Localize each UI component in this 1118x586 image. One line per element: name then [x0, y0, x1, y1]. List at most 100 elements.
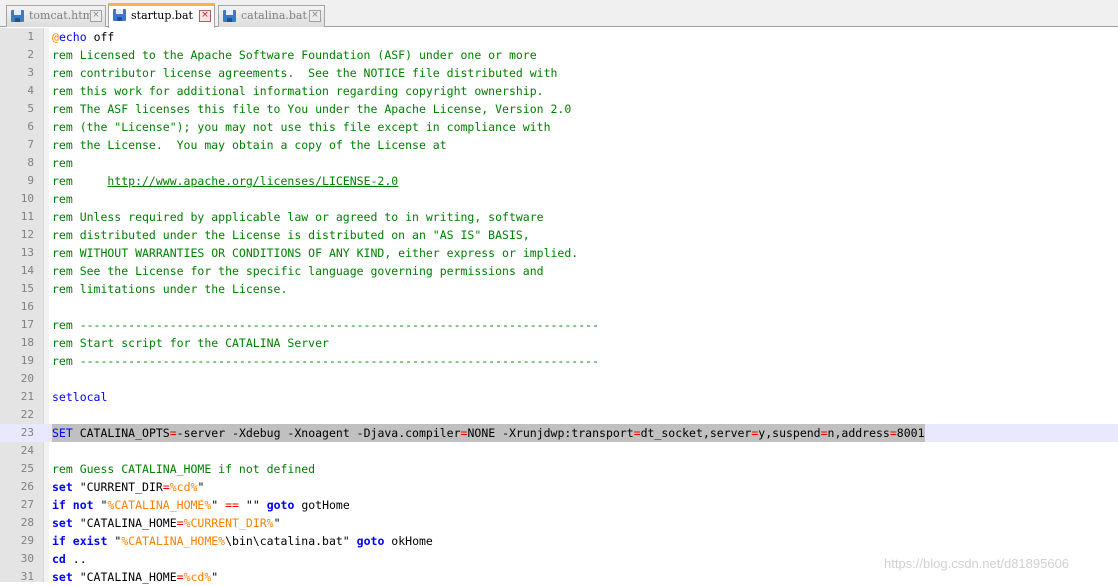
tab-label: startup.bat	[131, 9, 193, 22]
line-number: 29	[20, 534, 34, 547]
code-line[interactable]: 20	[0, 370, 1118, 388]
code-token: rem Start script for the CATALINA Server	[52, 336, 329, 350]
code-line[interactable]: 16	[0, 298, 1118, 316]
close-icon[interactable]: ×	[309, 10, 321, 22]
code-token: rem	[52, 156, 73, 170]
line-text: rem the License. You may obtain a copy o…	[52, 136, 447, 154]
code-line[interactable]: 2 rem Licensed to the Apache Software Fou…	[0, 46, 1118, 64]
code-line[interactable]: 25 rem Guess CATALINA_HOME if not defined	[0, 460, 1118, 478]
line-number: 30	[20, 552, 34, 565]
code-line[interactable]: 27 if not "%CATALINA_HOME%" == "" goto go…	[0, 496, 1118, 514]
floppy-disk-icon	[223, 10, 236, 22]
line-number: 10	[20, 192, 34, 205]
line-number: 6	[27, 120, 34, 133]
code-line[interactable]: 7 rem the License. You may obtain a copy …	[0, 136, 1118, 154]
code-token: =	[169, 426, 177, 440]
code-line[interactable]: 19 rem ----------------------------------…	[0, 352, 1118, 370]
code-token: goto	[356, 534, 385, 548]
line-number: 18	[20, 336, 34, 349]
code-token: =	[633, 426, 641, 440]
code-line[interactable]: 24	[0, 442, 1118, 460]
code-token: =	[820, 426, 828, 440]
line-number: 5	[27, 102, 34, 115]
code-token[interactable]: http://www.apache.org/licenses/LICENSE-2…	[107, 174, 398, 188]
line-text: rem Guess CATALINA_HOME if not defined	[52, 460, 315, 478]
line-text: rem ------------------------------------…	[52, 316, 599, 334]
code-token: %CATALINA_HOME%	[107, 498, 212, 512]
tab-label: catalina.bat	[241, 9, 307, 22]
code-token: "	[107, 534, 122, 548]
line-text: rem The ASF licenses this file to You un…	[52, 100, 571, 118]
tab-tomcat-html[interactable]: tomcat.html ×	[6, 5, 106, 27]
code-line[interactable]: 12 rem distributed under the License is d…	[0, 226, 1118, 244]
line-text: rem ------------------------------------…	[52, 352, 599, 370]
code-line[interactable]: 11 rem Unless required by applicable law …	[0, 208, 1118, 226]
line-text: @echo off	[52, 28, 114, 46]
code-token: rem distributed under the License is dis…	[52, 228, 530, 242]
tab-bar: tomcat.html × startup.bat × catalina.bat…	[0, 0, 1118, 28]
line-number: 1	[27, 30, 34, 43]
line-number: 4	[27, 84, 34, 97]
code-token: \bin\catalina.bat"	[225, 534, 357, 548]
line-text: SET CATALINA_OPTS=-server -Xdebug -Xnoag…	[52, 424, 925, 442]
line-number: 17	[20, 318, 34, 331]
code-token: "	[273, 516, 281, 530]
code-token: "CURRENT_DIR	[72, 480, 163, 494]
code-line[interactable]: 26 set "CURRENT_DIR=%cd%"	[0, 478, 1118, 496]
code-line[interactable]: 23 SET CATALINA_OPTS=-server -Xdebug -Xno…	[0, 424, 1118, 442]
close-icon[interactable]: ×	[90, 10, 102, 22]
code-token: rem Guess CATALINA_HOME if not defined	[52, 462, 316, 476]
code-line[interactable]: 29 if exist "%CATALINA_HOME%\bin\catalina…	[0, 532, 1118, 550]
code-line[interactable]: 22	[0, 406, 1118, 424]
line-text: set "CURRENT_DIR=%cd%"	[52, 478, 204, 496]
code-token: =	[889, 426, 897, 440]
floppy-disk-icon	[113, 9, 126, 21]
code-line[interactable]: 6 rem (the "License"); you may not use th…	[0, 118, 1118, 136]
line-text: rem contributor license agreements. See …	[52, 64, 557, 82]
code-token: gotHome	[294, 498, 350, 512]
line-text: if exist "%CATALINA_HOME%\bin\catalina.b…	[52, 532, 433, 550]
code-line[interactable]: 17 rem ----------------------------------…	[0, 316, 1118, 334]
code-token: -server -Xdebug -Xnoagent -Djava.compile…	[176, 426, 461, 440]
code-line[interactable]: 3 rem contributor license agreements. See…	[0, 64, 1118, 82]
code-line[interactable]: 10 rem	[0, 190, 1118, 208]
code-token: %CATALINA_HOME%	[121, 534, 226, 548]
tab-startup-bat[interactable]: startup.bat ×	[108, 3, 215, 28]
close-icon[interactable]: ×	[199, 10, 211, 22]
code-token: setlocal	[52, 390, 108, 404]
line-number: 21	[20, 390, 34, 403]
line-number: 27	[20, 498, 34, 511]
code-token: dt_socket,server	[640, 426, 752, 440]
code-line[interactable]: 1 @echo off	[0, 28, 1118, 46]
code-token: =	[176, 516, 184, 530]
code-token: rem	[52, 192, 73, 206]
code-line[interactable]: 15 rem limitations under the License.	[0, 280, 1118, 298]
code-token: set	[52, 516, 73, 530]
code-token: "	[93, 498, 108, 512]
line-text: rem See the License for the specific lan…	[52, 262, 544, 280]
code-line[interactable]: 21 setlocal	[0, 388, 1118, 406]
code-token: "CATALINA_HOME	[72, 516, 177, 530]
code-token: if not	[52, 498, 94, 512]
code-token: CATALINA_OPTS	[72, 426, 170, 440]
code-line[interactable]: 28 set "CATALINA_HOME=%CURRENT_DIR%"	[0, 514, 1118, 532]
code-token: "	[211, 498, 226, 512]
code-line[interactable]: 14 rem See the License for the specific l…	[0, 262, 1118, 280]
code-line[interactable]: 13 rem WITHOUT WARRANTIES OR CONDITIONS O…	[0, 244, 1118, 262]
code-token: set	[52, 480, 73, 494]
code-line[interactable]: 18 rem Start script for the CATALINA Serv…	[0, 334, 1118, 352]
code-line[interactable]: 5 rem The ASF licenses this file to You u…	[0, 100, 1118, 118]
code-line[interactable]: 4 rem this work for additional informatio…	[0, 82, 1118, 100]
tab-catalina-bat[interactable]: catalina.bat ×	[218, 5, 325, 27]
code-line[interactable]: 8 rem	[0, 154, 1118, 172]
line-number: 20	[20, 372, 34, 385]
line-text: rem WITHOUT WARRANTIES OR CONDITIONS OF …	[52, 244, 578, 262]
code-token: rem Licensed to the Apache Software Foun…	[52, 48, 537, 62]
code-token: %CURRENT_DIR%	[183, 516, 274, 530]
code-token: rem ------------------------------------…	[52, 354, 599, 368]
code-editor[interactable]: 1 @echo off 2 rem Licensed to the Apache So…	[0, 28, 1118, 586]
line-number: 12	[20, 228, 34, 241]
code-token: rem the License. You may obtain a copy o…	[52, 138, 447, 152]
code-token: rem Unless required by applicable law or…	[52, 210, 544, 224]
code-line[interactable]: 9 rem http://www.apache.org/licenses/LICE…	[0, 172, 1118, 190]
